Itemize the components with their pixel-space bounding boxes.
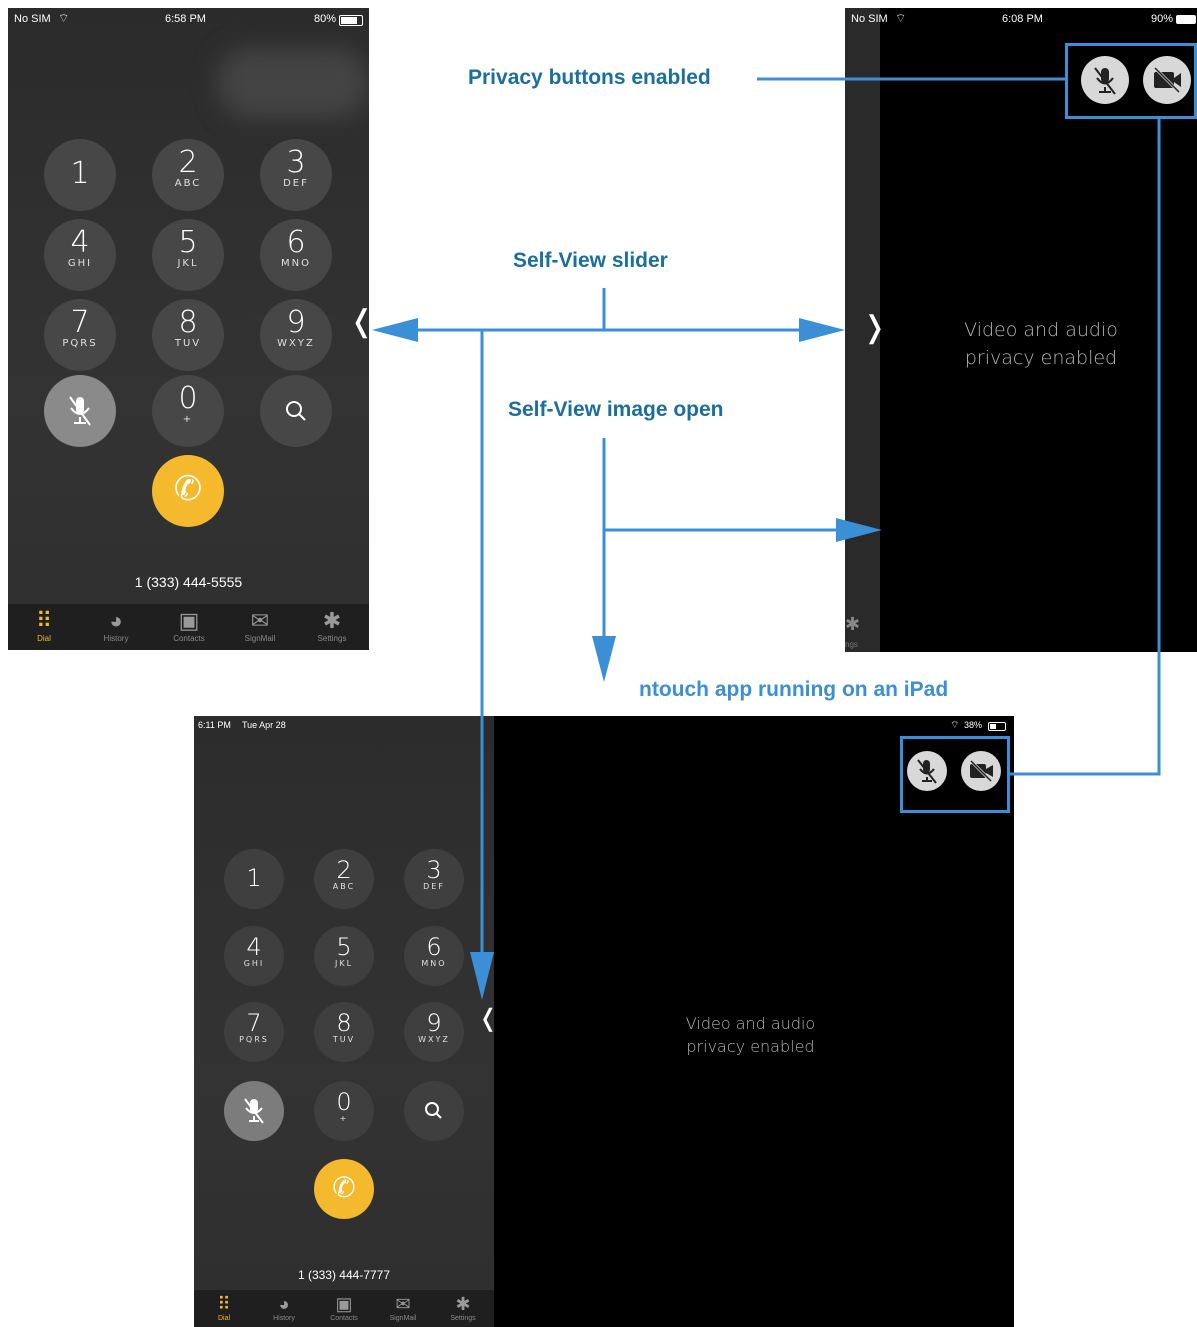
arrow-down-image xyxy=(592,636,616,682)
callout-arrows xyxy=(372,77,1161,1000)
self-view-slider-label: Self-View slider xyxy=(513,249,668,272)
arrow-left xyxy=(372,318,418,342)
arrow-down-ipad xyxy=(470,952,494,1000)
arrow-right xyxy=(799,318,845,342)
self-view-image-label: Self-View image open xyxy=(508,398,724,421)
privacy-buttons-label: Privacy buttons enabled xyxy=(468,66,711,89)
arrow-right-image xyxy=(836,518,882,542)
ipad-caption: ntouch app running on an iPad xyxy=(639,678,949,701)
